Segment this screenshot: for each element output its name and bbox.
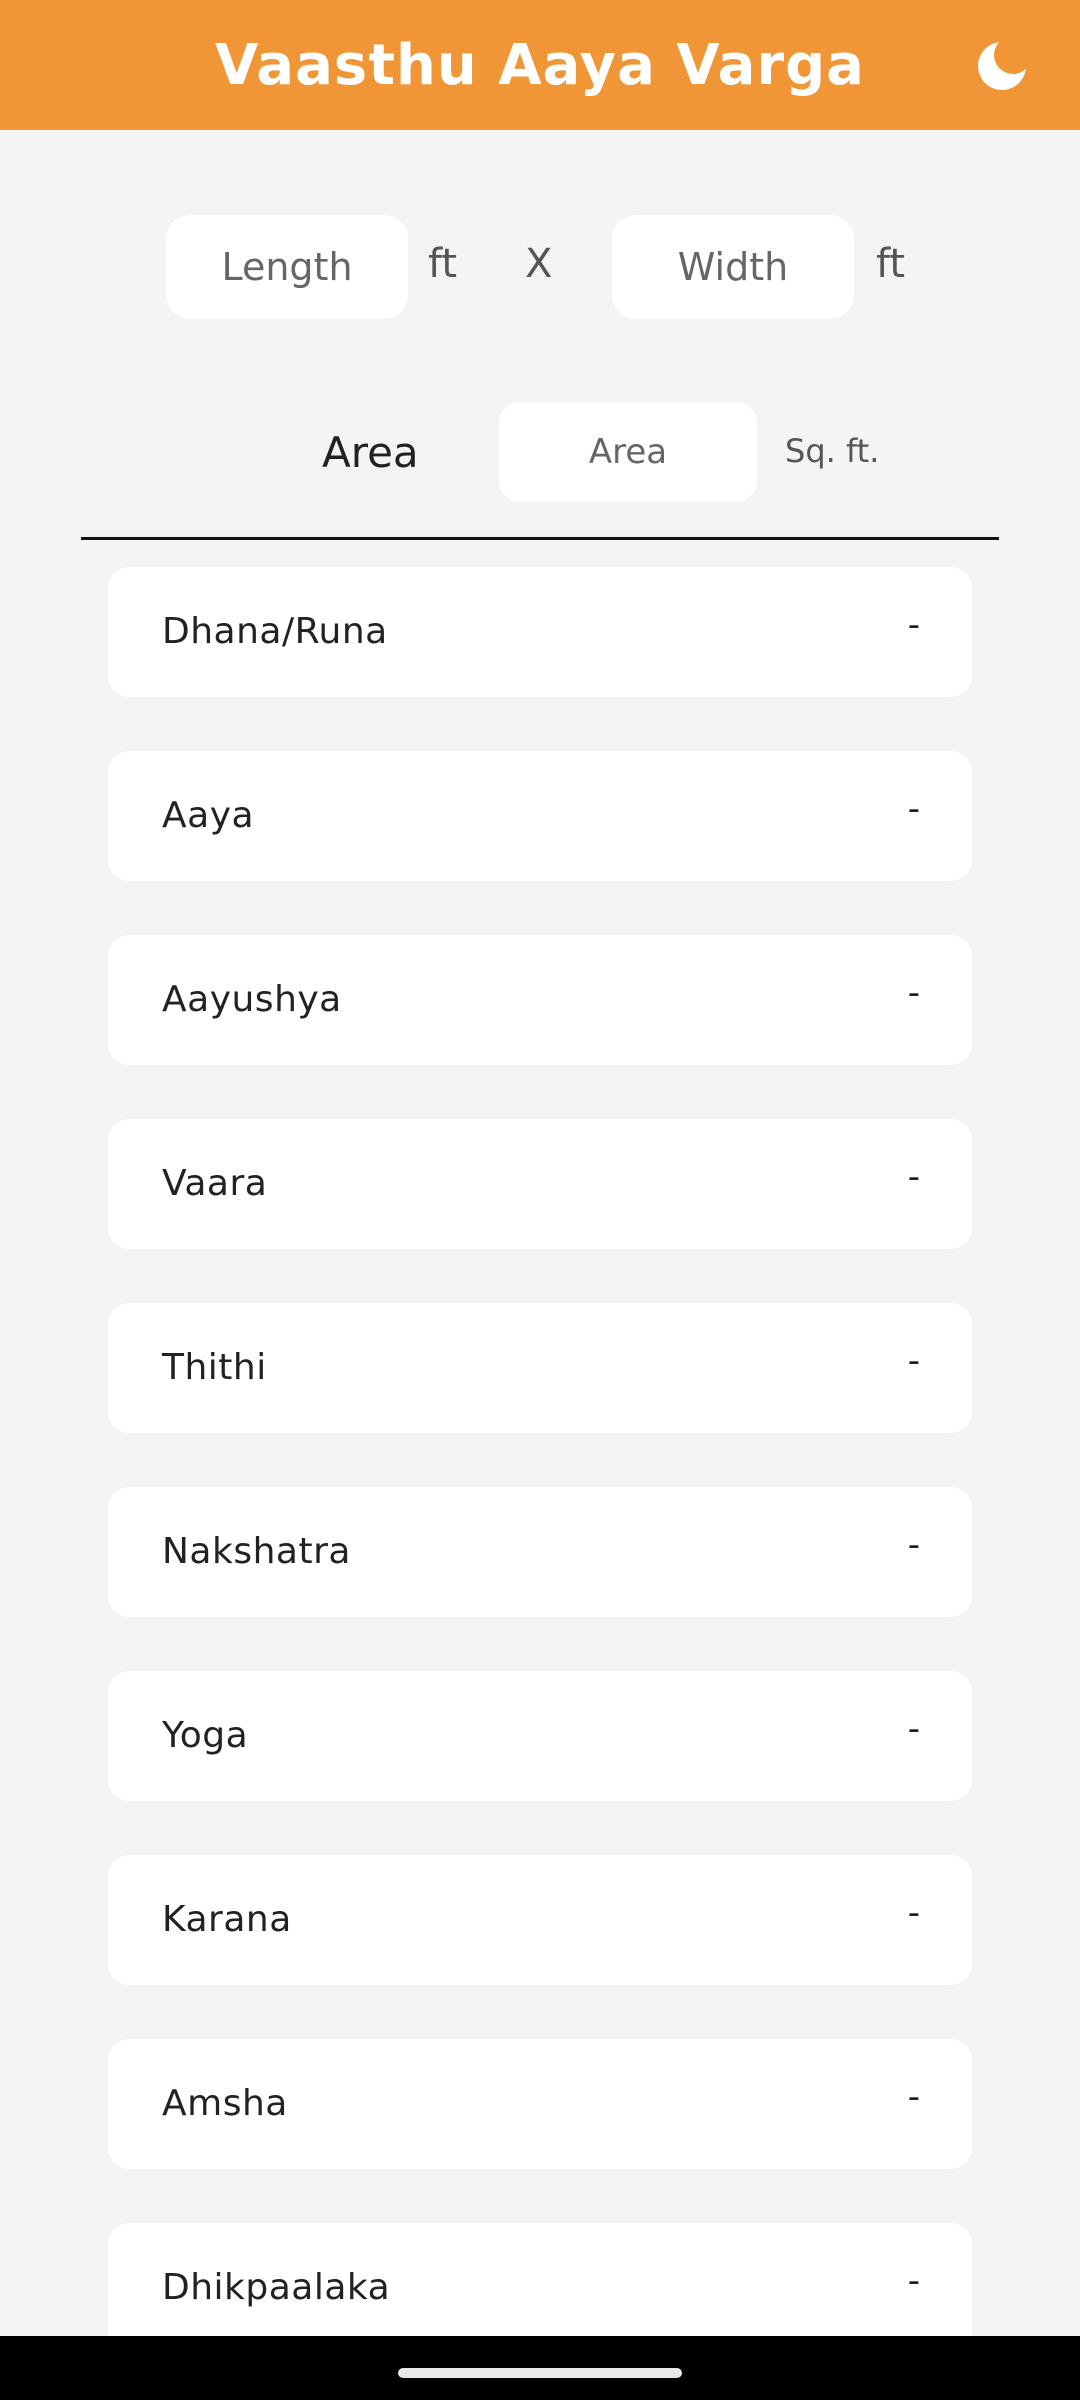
width-unit-label: ft	[876, 241, 906, 287]
result-value: -	[907, 1157, 920, 1197]
result-value: -	[907, 2261, 920, 2301]
result-value: -	[907, 973, 920, 1013]
result-name: Aaya	[162, 795, 255, 836]
result-name: Dhikpaalaka	[162, 2267, 391, 2308]
result-value: -	[907, 1709, 920, 1749]
app-screen: Vaasthu Aaya Varga ft X ft Area Sq. ft. …	[0, 0, 1080, 2400]
result-name: Amsha	[162, 2083, 288, 2124]
result-name: Vaara	[162, 1163, 268, 1204]
result-list: Dhana/Runa - Aaya - Aayushya - Vaara - T…	[108, 567, 972, 2400]
system-navigation-bar	[0, 2336, 1080, 2400]
length-input[interactable]	[166, 215, 408, 319]
area-label: Area	[322, 428, 419, 477]
result-card-aaya: Aaya -	[108, 751, 972, 881]
result-name: Karana	[162, 1899, 292, 1940]
result-card-dhikpaalaka: Dhikpaalaka -	[108, 2223, 972, 2353]
result-card-nakshatra: Nakshatra -	[108, 1487, 972, 1617]
result-card-thithi: Thithi -	[108, 1303, 972, 1433]
result-card-aayushya: Aayushya -	[108, 935, 972, 1065]
theme-toggle-button[interactable]	[972, 36, 1032, 96]
result-name: Aayushya	[162, 979, 342, 1020]
area-row: Area Sq. ft.	[0, 402, 1080, 502]
divider	[81, 537, 999, 540]
app-bar: Vaasthu Aaya Varga	[0, 0, 1080, 130]
moon-icon	[978, 36, 1032, 90]
area-unit-label: Sq. ft.	[785, 432, 880, 470]
result-card-dhana-runa: Dhana/Runa -	[108, 567, 972, 697]
home-indicator[interactable]	[398, 2368, 682, 2378]
area-input[interactable]	[499, 402, 757, 502]
app-title: Vaasthu Aaya Varga	[215, 32, 865, 98]
result-card-amsha: Amsha -	[108, 2039, 972, 2169]
width-input[interactable]	[612, 215, 854, 319]
result-card-karana: Karana -	[108, 1855, 972, 1985]
result-name: Thithi	[162, 1347, 267, 1388]
result-value: -	[907, 1341, 920, 1381]
result-name: Dhana/Runa	[162, 611, 388, 652]
multiply-separator: X	[525, 241, 553, 287]
dimensions-row: ft X ft	[0, 215, 1080, 319]
result-card-yoga: Yoga -	[108, 1671, 972, 1801]
result-value: -	[907, 605, 920, 645]
result-value: -	[907, 2077, 920, 2117]
result-value: -	[907, 789, 920, 829]
result-value: -	[907, 1525, 920, 1565]
result-card-vaara: Vaara -	[108, 1119, 972, 1249]
length-unit-label: ft	[428, 241, 458, 287]
result-value: -	[907, 1893, 920, 1933]
result-name: Yoga	[162, 1715, 249, 1756]
result-name: Nakshatra	[162, 1531, 351, 1572]
